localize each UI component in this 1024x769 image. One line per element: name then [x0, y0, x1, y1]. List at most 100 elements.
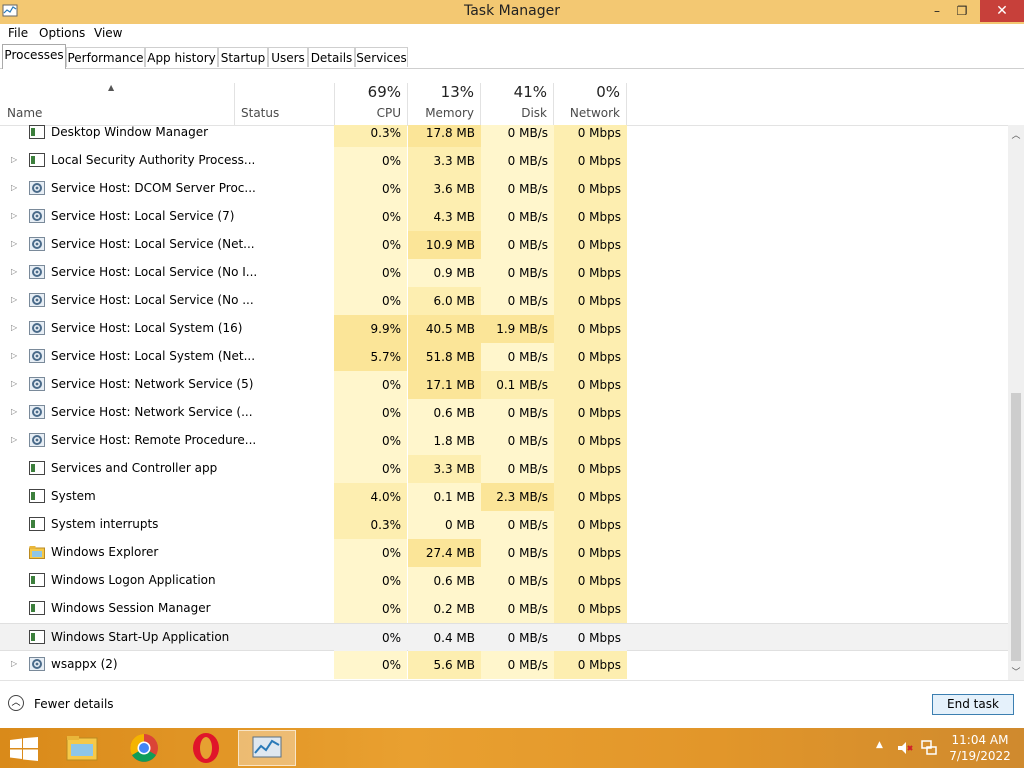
cpu-value: 0%	[334, 539, 407, 567]
table-row[interactable]: ▷ Service Host: DCOM Server Proc... 0% 3…	[0, 175, 1008, 203]
gear-icon	[29, 293, 45, 307]
header-name[interactable]: Name	[7, 106, 42, 120]
expand-arrow-icon[interactable]: ▷	[11, 267, 17, 276]
expand-arrow-icon[interactable]: ▷	[11, 379, 17, 388]
tab-app-history[interactable]: App history	[145, 47, 218, 67]
tab-startup[interactable]: Startup	[218, 47, 268, 67]
close-button[interactable]: ✕	[980, 0, 1024, 22]
cpu-value: 9.9%	[334, 315, 407, 343]
expand-arrow-icon[interactable]: ▷	[11, 183, 17, 192]
table-row[interactable]: ▷ wsappx (2) 0% 5.6 MB 0 MB/s 0 Mbps	[0, 651, 1008, 679]
end-task-button[interactable]: End task	[932, 694, 1014, 715]
header-memory-percent[interactable]: 13%	[408, 83, 474, 101]
menu-view[interactable]: View	[94, 26, 122, 40]
network-icon[interactable]	[920, 739, 938, 757]
taskbar-task-manager[interactable]	[238, 730, 296, 766]
sort-ascending-icon: ▲	[108, 83, 115, 92]
fewer-details-link[interactable]: Fewer details	[34, 697, 114, 711]
maximize-button[interactable]: ❐	[950, 0, 974, 22]
header-cpu[interactable]: CPU	[335, 106, 401, 120]
menu-bar: File Options View	[0, 24, 1024, 44]
cpu-value: 0%	[334, 455, 407, 483]
header-disk-percent[interactable]: 41%	[481, 83, 547, 101]
header-network-percent[interactable]: 0%	[554, 83, 620, 101]
gear-icon	[29, 265, 45, 279]
memory-value: 5.6 MB	[408, 651, 481, 679]
taskbar-chrome[interactable]	[118, 730, 170, 766]
minimize-button[interactable]: –	[925, 0, 949, 22]
disk-value: 1.9 MB/s	[481, 315, 554, 343]
clock-date[interactable]: 7/19/2022	[940, 749, 1020, 763]
expand-arrow-icon[interactable]: ▷	[11, 211, 17, 220]
scroll-thumb[interactable]	[1011, 393, 1021, 661]
expand-arrow-icon[interactable]: ▷	[11, 351, 17, 360]
gear-icon	[29, 237, 45, 251]
table-row[interactable]: ▷ Service Host: Local Service (7) 0% 4.3…	[0, 203, 1008, 231]
gear-icon	[29, 405, 45, 419]
header-status[interactable]: Status	[241, 106, 279, 120]
table-row[interactable]: ▷ System interrupts 0.3% 0 MB 0 MB/s 0 M…	[0, 511, 1008, 539]
menu-file[interactable]: File	[8, 26, 28, 40]
chevron-up-circle-icon[interactable]: ︿	[8, 695, 24, 711]
table-row[interactable]: ▷ Service Host: Local Service (Net... 0%…	[0, 231, 1008, 259]
cpu-value: 0%	[334, 231, 407, 259]
volume-muted-icon[interactable]	[896, 739, 914, 757]
table-row[interactable]: ▷ Desktop Window Manager 0.3% 17.8 MB 0 …	[0, 125, 1008, 147]
table-row[interactable]: ▷ Service Host: Local Service (No I... 0…	[0, 259, 1008, 287]
expand-arrow-icon[interactable]: ▷	[11, 239, 17, 248]
disk-value: 0 MB/s	[481, 455, 554, 483]
table-row[interactable]: ▷ Service Host: Local Service (No ... 0%…	[0, 287, 1008, 315]
table-row[interactable]: ▷ Service Host: Network Service (5) 0% 1…	[0, 371, 1008, 399]
table-row[interactable]: ▷ Service Host: Local System (Net... 5.7…	[0, 343, 1008, 371]
disk-value: 0 MB/s	[481, 539, 554, 567]
expand-arrow-icon[interactable]: ▷	[11, 323, 17, 332]
disk-value: 0 MB/s	[481, 343, 554, 371]
clock-time[interactable]: 11:04 AM	[940, 733, 1020, 747]
expand-arrow-icon[interactable]: ▷	[11, 435, 17, 444]
table-row[interactable]: ▷ Service Host: Local System (16) 9.9% 4…	[0, 315, 1008, 343]
table-row[interactable]: ▷ Windows Explorer 0% 27.4 MB 0 MB/s 0 M…	[0, 539, 1008, 567]
tab-processes[interactable]: Processes	[2, 44, 66, 69]
memory-value: 17.8 MB	[408, 125, 481, 147]
tab-users[interactable]: Users	[268, 47, 308, 67]
taskbar-file-explorer[interactable]	[56, 730, 108, 766]
table-row[interactable]: ▷ Local Security Authority Process... 0%…	[0, 147, 1008, 175]
table-row[interactable]: ▷ Services and Controller app 0% 3.3 MB …	[0, 455, 1008, 483]
tab-services[interactable]: Services	[355, 47, 408, 67]
header-network[interactable]: Network	[554, 106, 620, 120]
expand-arrow-icon[interactable]: ▷	[11, 659, 17, 668]
process-list: ▷ Desktop Window Manager 0.3% 17.8 MB 0 …	[0, 125, 1008, 680]
windows-start-icon[interactable]	[10, 737, 38, 761]
show-hidden-icons-icon[interactable]: ▲	[876, 740, 883, 750]
expand-arrow-icon[interactable]: ▷	[11, 155, 17, 164]
table-row[interactable]: ▷ System 4.0% 0.1 MB 2.3 MB/s 0 Mbps	[0, 483, 1008, 511]
cpu-value: 0%	[334, 287, 407, 315]
header-memory[interactable]: Memory	[408, 106, 474, 120]
table-row[interactable]: ▷ Windows Session Manager 0% 0.2 MB 0 MB…	[0, 595, 1008, 623]
disk-value: 0 MB/s	[481, 567, 554, 595]
header-cpu-percent[interactable]: 69%	[335, 83, 401, 101]
network-value: 0 Mbps	[554, 651, 627, 679]
table-row[interactable]: ▷ Windows Start-Up Application 0% 0.4 MB…	[0, 623, 1008, 652]
process-name: Windows Logon Application	[51, 573, 216, 587]
vertical-scrollbar[interactable]: ︿ ﹀	[1008, 125, 1024, 680]
scroll-down-arrow-icon[interactable]: ﹀	[1008, 665, 1024, 678]
process-name: System interrupts	[51, 517, 159, 531]
disk-value: 0 MB/s	[481, 125, 554, 147]
scroll-up-arrow-icon[interactable]: ︿	[1008, 128, 1024, 141]
table-row[interactable]: ▷ Service Host: Remote Procedure... 0% 1…	[0, 427, 1008, 455]
taskbar-opera[interactable]	[180, 730, 232, 766]
menu-options[interactable]: Options	[39, 26, 85, 40]
tab-details[interactable]: Details	[308, 47, 355, 67]
cpu-value: 0%	[334, 624, 407, 652]
table-row[interactable]: ▷ Service Host: Network Service (... 0% …	[0, 399, 1008, 427]
memory-value: 40.5 MB	[408, 315, 481, 343]
expand-arrow-icon[interactable]: ▷	[11, 407, 17, 416]
header-disk[interactable]: Disk	[481, 106, 547, 120]
network-value: 0 Mbps	[554, 287, 627, 315]
memory-value: 10.9 MB	[408, 231, 481, 259]
expand-arrow-icon[interactable]: ▷	[11, 295, 17, 304]
tab-performance[interactable]: Performance	[66, 47, 145, 67]
memory-value: 0.6 MB	[408, 399, 481, 427]
table-row[interactable]: ▷ Windows Logon Application 0% 0.6 MB 0 …	[0, 567, 1008, 595]
